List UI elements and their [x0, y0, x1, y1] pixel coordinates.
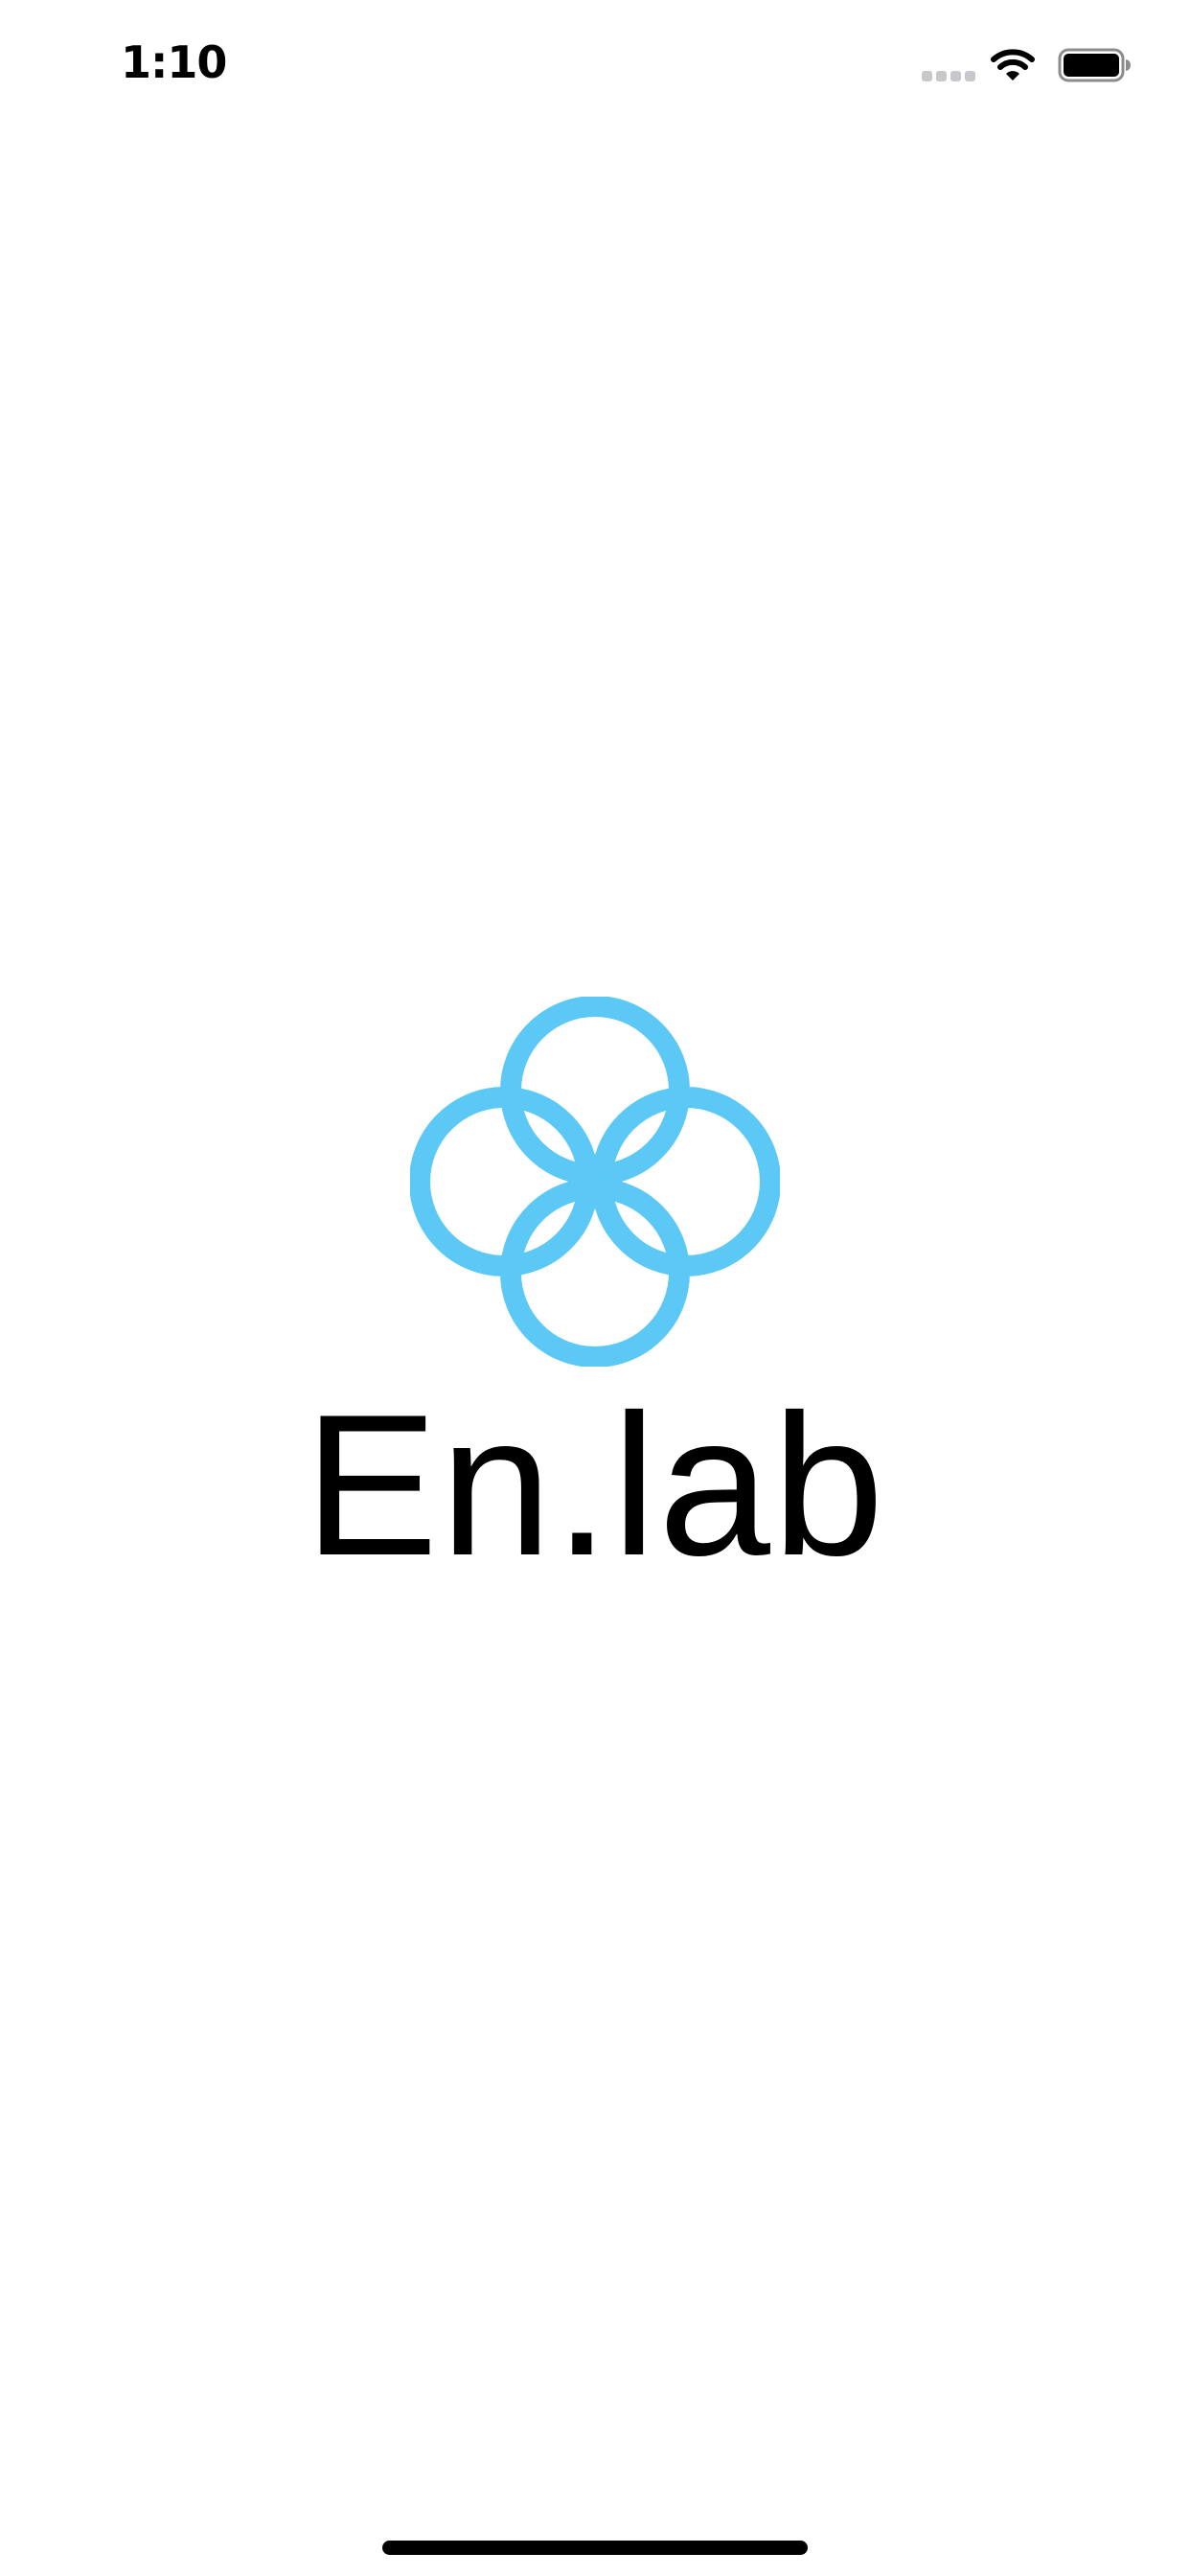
wifi-icon	[991, 49, 1035, 80]
splash-screen: En.lab	[0, 987, 1190, 1600]
battery-icon	[1058, 48, 1131, 82]
app-logo-text: En.lab	[304, 1372, 886, 1598]
home-indicator[interactable]	[382, 2541, 808, 2555]
status-bar: 1:10	[0, 0, 1190, 128]
cellular-signal-icon	[922, 71, 977, 82]
four-circle-flower-logo-icon	[410, 997, 780, 1367]
status-time: 1:10	[121, 36, 227, 88]
